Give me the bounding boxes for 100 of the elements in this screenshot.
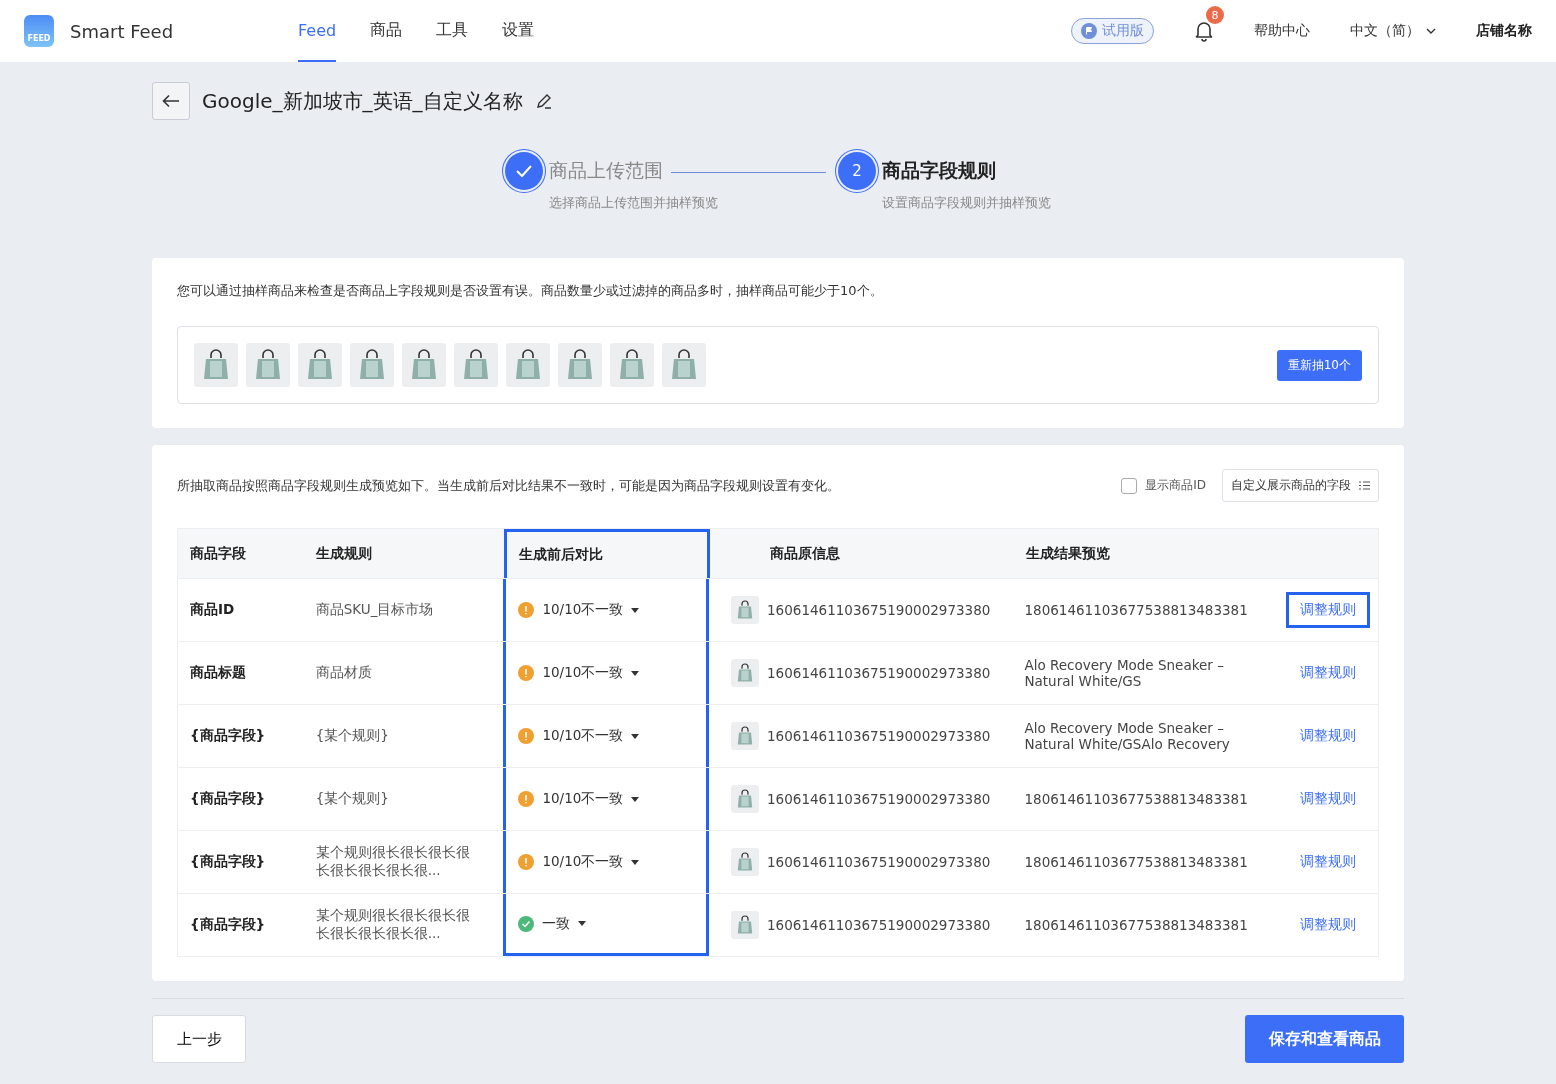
caret-icon [631,670,640,676]
notification-count: 8 [1206,6,1224,24]
help-link[interactable]: 帮助中心 [1254,22,1310,40]
adjust-rule-link[interactable]: 调整规则 [1286,781,1370,817]
bag-thumbnail [731,596,760,624]
status-dropdown[interactable]: 10/10不一致 [518,727,640,745]
nav-tab[interactable]: 设置 [502,0,535,62]
original-id: 16061461103675190002973380 [767,728,991,744]
back-button[interactable] [152,82,190,120]
bag-thumbnail[interactable] [194,343,238,387]
status-text: 一致 [542,914,571,933]
bag-thumbnail[interactable] [610,343,654,387]
step-number: 2 [852,162,862,180]
bag-thumbnail [731,722,760,750]
rule-cell-text: 某个规则很长很长很长很长很长很长很长很... [314,906,471,943]
bag-thumbnail[interactable] [246,343,290,387]
bag-thumbnail[interactable] [454,343,498,387]
previous-button[interactable]: 上一步 [152,1015,246,1063]
app-name: Smart Feed [70,20,174,42]
step-subtitle: 选择商品上传范围并抽样预览 [549,194,718,212]
field-cell-text: {商品字段} [189,915,267,934]
show-id-label: 显示商品ID [1145,477,1206,494]
status-text: 10/10不一致 [542,790,624,808]
bag-thumbnail [731,659,760,687]
rule-cell-text: {某个规则} [314,726,390,745]
original-id: 16061461103675190002973380 [767,665,991,681]
preview-cell-text: Alo Recovery Mode Sneaker – Natural White/GS [1023,656,1225,691]
bag-thumbnail[interactable] [662,343,706,387]
resample-button[interactable]: 重新抽10个 [1276,349,1362,381]
bag-thumbnail [731,848,760,876]
status-dropdown[interactable]: 10/10不一致 [518,853,640,871]
status-dropdown[interactable]: 10/10不一致 [518,790,640,808]
flag-icon [1081,23,1097,39]
save-button[interactable]: 保存和查看商品 [1245,1015,1404,1063]
field-cell-text: 商品ID [189,600,236,619]
column-header: 生成前后对比 [504,529,710,578]
status-dropdown[interactable]: 10/10不一致 [518,601,640,619]
status-text: 10/10不一致 [542,727,624,745]
rule-cell-text: 某个规则很长很长很长很长很长很长很长很... [314,843,471,880]
original-id: 16061461103675190002973380 [767,917,991,933]
caret-icon [631,859,640,865]
chevron-down-icon [1426,28,1436,34]
column-header: 商品字段 [189,543,247,563]
adjust-rule-link[interactable]: 调整规则 [1286,655,1370,691]
caret-icon [631,796,640,802]
column-header: 生成规则 [315,543,373,563]
nav-tab[interactable]: 商品 [370,0,403,62]
preview-cell-text: 18061461103677538813483381 [1023,601,1249,620]
edit-icon[interactable] [534,92,553,110]
status-text: 10/10不一致 [542,664,624,682]
original-id: 16061461103675190002973380 [767,854,991,870]
bag-thumbnail[interactable] [298,343,342,387]
caret-icon [578,921,587,926]
customize-fields-button[interactable]: 自定义展示商品的字段 [1222,469,1379,502]
step-title: 商品字段规则 [882,158,997,183]
preview-cell-text: Alo Recovery Mode Sneaker – Natural White/GSAlo Recovery [1023,719,1231,754]
caret-icon [631,607,640,613]
nav-tab[interactable]: Feed [298,0,337,62]
check-icon [515,164,533,178]
original-id: 16061461103675190002973380 [767,791,991,807]
bag-thumbnail [731,785,760,813]
list-icon [1359,481,1370,490]
bag-thumbnail [731,911,760,939]
nav-tab[interactable]: 工具 [436,0,469,62]
adjust-rule-link[interactable]: 调整规则 [1286,844,1370,880]
arrow-left-icon [162,94,180,108]
field-cell-text: {商品字段} [189,789,267,808]
page-title: Google_新加坡市_英语_自定义名称 [202,87,523,115]
status-text: 10/10不一致 [542,601,624,619]
field-cell-text: {商品字段} [189,726,267,745]
shop-name[interactable]: 店铺名称 [1476,22,1532,40]
feed-logo-icon: FEED [24,15,54,47]
checkbox[interactable] [1121,477,1138,494]
field-cell-text: 商品标题 [189,663,247,682]
status-dropdown[interactable]: 10/10不一致 [518,664,640,682]
field-cell-text: {商品字段} [189,852,267,871]
sample-note: 您可以通过抽样商品来检查是否商品上字段规则是否设置有误。商品数量少或过滤掉的商品多时，抽样商品可能少于10个。 [177,282,884,300]
bag-thumbnail[interactable] [350,343,394,387]
preview-cell-text: 18061461103677538813483381 [1023,853,1249,872]
status-dropdown[interactable]: 一致 [518,914,587,933]
step-title: 商品上传范围 [549,158,664,183]
language-dropdown[interactable]: 中文（简） [1350,22,1436,40]
trial-label: 试用版 [1102,22,1144,40]
preview-cell-text: 18061461103677538813483381 [1023,916,1249,935]
adjust-rule-link[interactable]: 调整规则 [1286,592,1370,628]
rule-cell-text: 商品材质 [314,663,373,682]
bag-thumbnail[interactable] [558,343,602,387]
bell-icon[interactable] [1194,20,1214,42]
bag-thumbnail[interactable] [506,343,550,387]
original-id: 16061461103675190002973380 [767,602,991,618]
rule-cell-text: {某个规则} [314,789,390,808]
adjust-rule-link[interactable]: 调整规则 [1286,718,1370,754]
bag-thumbnail[interactable] [402,343,446,387]
rule-cell-text: 商品SKU_目标市场 [314,600,435,619]
adjust-rule-link[interactable]: 调整规则 [1286,907,1370,943]
status-text: 10/10不一致 [542,853,624,871]
preview-note: 所抽取商品按照商品字段规则生成预览如下。当生成前后对比结果不一致时，可能是因为商品字段规则设置有变化。 [177,476,841,495]
step-subtitle: 设置商品字段规则并抽样预览 [882,194,1051,212]
column-header: 生成结果预览 [1025,543,1111,563]
column-header: 商品原信息 [769,543,841,563]
